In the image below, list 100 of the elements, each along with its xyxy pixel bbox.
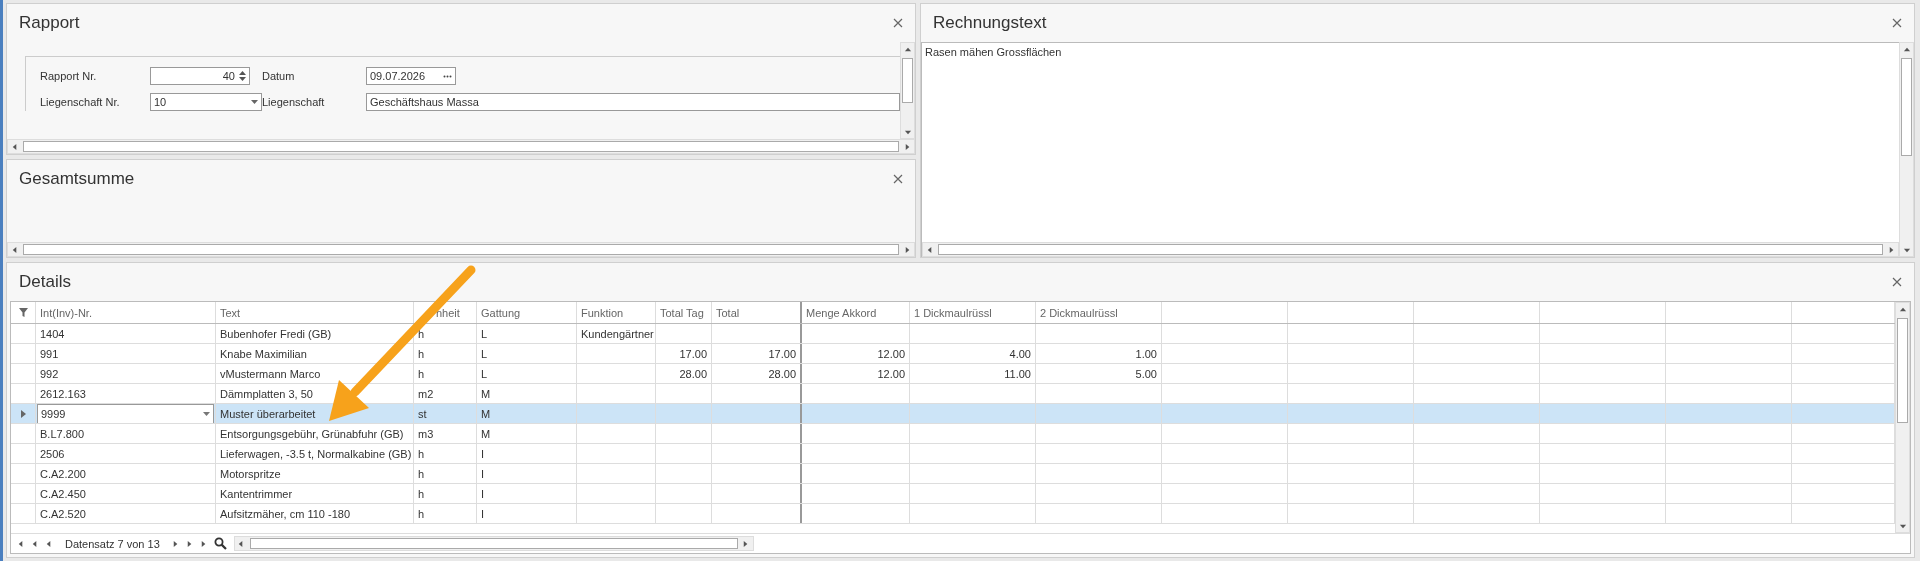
panel-title: Rechnungstext bbox=[933, 13, 1047, 33]
column-header[interactable]: Int(Inv)-Nr. bbox=[36, 302, 216, 323]
horizontal-scrollbar[interactable] bbox=[233, 536, 754, 551]
table-row[interactable]: C.A2.200 Motorspritze h I bbox=[11, 464, 1895, 484]
table-cell: L bbox=[477, 324, 577, 343]
triangle-icon bbox=[10, 245, 19, 254]
table-row[interactable]: C.A2.450 Kantentrimmer h I bbox=[11, 484, 1895, 504]
table-cell: C.A2.520 bbox=[36, 504, 216, 523]
table-cell: M bbox=[477, 384, 577, 403]
column-header[interactable]: Menge Akkord bbox=[802, 302, 910, 323]
vertical-scrollbar[interactable] bbox=[1899, 42, 1914, 257]
table-row[interactable]: 991 Knabe Maximilian h L 17.00 17.00 12.00 4.00 1.00 bbox=[11, 344, 1895, 364]
table-row[interactable]: 1404 Bubenhofer Fredi (GB) h L Kundengärtner bbox=[11, 324, 1895, 344]
field-label: Datum bbox=[262, 70, 296, 82]
table-cell: L bbox=[477, 364, 577, 383]
table-cell: h bbox=[414, 324, 477, 343]
table-cell: L bbox=[477, 344, 577, 363]
scroll-thumb[interactable] bbox=[249, 538, 738, 549]
caret-icon bbox=[251, 100, 258, 104]
table-cell: C.A2.200 bbox=[36, 464, 216, 483]
close-button[interactable] bbox=[1890, 275, 1904, 289]
scroll-thumb[interactable] bbox=[1897, 318, 1908, 424]
column-header[interactable]: nheit bbox=[414, 302, 477, 323]
table-cell: 4.00 bbox=[910, 344, 1036, 363]
table-cell: 991 bbox=[36, 344, 216, 363]
column-header[interactable]: Text bbox=[216, 302, 414, 323]
table-cell: h bbox=[414, 344, 477, 363]
scroll-thumb[interactable] bbox=[1901, 58, 1912, 156]
table-cell: m3 bbox=[414, 424, 477, 443]
table-cell: h bbox=[414, 364, 477, 383]
table-cell: M bbox=[477, 404, 577, 423]
table-cell: st bbox=[414, 404, 477, 423]
column-header[interactable]: Total Tag bbox=[656, 302, 712, 323]
panel-title: Gesamtsumme bbox=[19, 169, 135, 189]
triangle-icon bbox=[903, 245, 912, 254]
table-cell: Aufsitzmäher, cm 110 -180 bbox=[216, 504, 414, 523]
cell-editor[interactable]: 9999 bbox=[37, 404, 214, 423]
table-cell: I bbox=[477, 464, 577, 483]
row-pointer-icon bbox=[20, 409, 26, 418]
table-cell: Lieferwagen, -3.5 t, Normalkabine (GB) bbox=[216, 444, 414, 463]
table-row[interactable]: B.L7.800 Entsorgungsgebühr, Grünabfuhr (GB) m3 M bbox=[11, 424, 1895, 444]
filter-icon[interactable] bbox=[18, 308, 28, 317]
table-cell: Knabe Maximilian bbox=[216, 344, 414, 363]
vertical-scrollbar[interactable] bbox=[900, 42, 915, 139]
scroll-thumb[interactable] bbox=[23, 244, 899, 255]
close-button[interactable] bbox=[891, 172, 905, 186]
table-cell: Bubenhofer Fredi (GB) bbox=[216, 324, 414, 343]
table-cell: m2 bbox=[414, 384, 477, 403]
table-cell: Motorspritze bbox=[216, 464, 414, 483]
table-cell: Entsorgungsgebühr, Grünabfuhr (GB) bbox=[216, 424, 414, 443]
table-cell: 12.00 bbox=[802, 344, 910, 363]
horizontal-scrollbar[interactable] bbox=[7, 242, 915, 257]
panel-title: Rapport bbox=[19, 13, 80, 33]
field-label: Liegenschaft Nr. bbox=[40, 96, 121, 108]
table-row[interactable]: 2506 Lieferwagen, -3.5 t, Normalkabine (GB) h I bbox=[11, 444, 1895, 464]
table-row[interactable]: 992 vMustermann Marco h L 28.00 28.00 12.00 11.00 5.00 bbox=[11, 364, 1895, 384]
table-cell: 5.00 bbox=[1036, 364, 1162, 383]
horizontal-scrollbar[interactable] bbox=[922, 242, 1899, 257]
table-cell: B.L7.800 bbox=[36, 424, 216, 443]
table-row[interactable]: 9999 Muster überarbeitet st M bbox=[11, 404, 1895, 424]
table-cell: h bbox=[414, 444, 477, 463]
table-row[interactable]: C.A2.520 Aufsitzmäher, cm 110 -180 h I bbox=[11, 504, 1895, 524]
triangle-icon bbox=[1898, 305, 1907, 314]
table-cell: 1404 bbox=[36, 324, 216, 343]
table-cell: 2506 bbox=[36, 444, 216, 463]
table-cell: I bbox=[477, 484, 577, 503]
horizontal-scrollbar[interactable] bbox=[7, 139, 915, 154]
column-header[interactable]: 1 Dickmaulrüssl bbox=[910, 302, 1036, 323]
table-cell: 17.00 bbox=[712, 344, 802, 363]
table-cell: M bbox=[477, 424, 577, 443]
vertical-scrollbar[interactable] bbox=[1895, 302, 1910, 533]
field-label: Liegenschaft bbox=[262, 96, 326, 108]
combo-field[interactable]: 10 bbox=[150, 93, 262, 111]
column-header[interactable]: Funktion bbox=[577, 302, 656, 323]
table-cell: I bbox=[477, 444, 577, 463]
field-label: Rapport Nr. bbox=[40, 70, 98, 82]
scroll-thumb[interactable] bbox=[938, 244, 1883, 255]
close-button[interactable] bbox=[891, 16, 905, 30]
close-button[interactable] bbox=[1890, 16, 1904, 30]
scroll-thumb[interactable] bbox=[23, 141, 899, 152]
triangle-icon bbox=[10, 142, 19, 151]
number-field[interactable]: 40 bbox=[150, 67, 250, 85]
date-field[interactable]: 09.07.2026 bbox=[366, 67, 456, 85]
table-cell: 12.00 bbox=[802, 364, 910, 383]
table-cell: 17.00 bbox=[656, 344, 712, 363]
table-cell: 992 bbox=[36, 364, 216, 383]
text-field[interactable]: Geschäftshaus Massa bbox=[366, 93, 900, 111]
table-cell: h bbox=[414, 464, 477, 483]
spin-arrows-icon bbox=[239, 70, 246, 82]
column-header[interactable]: Gattung bbox=[477, 302, 577, 323]
column-header[interactable]: Total bbox=[712, 302, 802, 323]
table-cell: 1.00 bbox=[1036, 344, 1162, 363]
triangle-icon bbox=[903, 45, 912, 54]
table-cell: I bbox=[477, 504, 577, 523]
scroll-thumb[interactable] bbox=[902, 58, 913, 103]
table-cell: 11.00 bbox=[910, 364, 1036, 383]
column-header[interactable]: 2 Dickmaulrüssl bbox=[1036, 302, 1162, 323]
table-cell: C.A2.450 bbox=[36, 484, 216, 503]
triangle-icon bbox=[925, 245, 934, 254]
table-cell: Kundengärtner bbox=[577, 324, 656, 343]
